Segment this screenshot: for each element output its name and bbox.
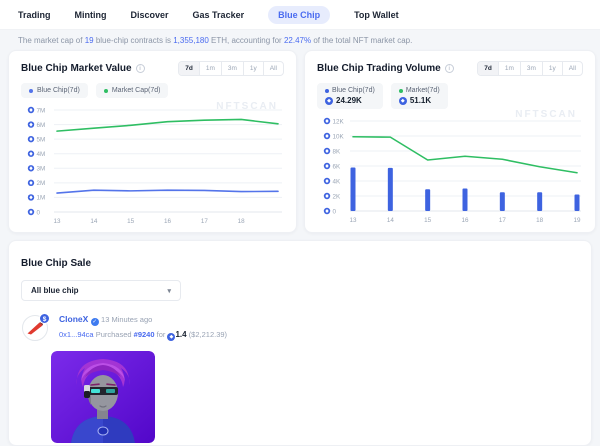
- tab-minting[interactable]: Minting: [75, 10, 107, 20]
- info-icon[interactable]: [445, 64, 454, 73]
- range-tab-3m[interactable]: 3m: [221, 62, 243, 75]
- market-volume-value: 51.1K: [410, 96, 431, 105]
- svg-text:7M: 7M: [37, 107, 46, 114]
- legend-blue-chip-volume[interactable]: Blue Chip(7d) 24.29K: [317, 83, 383, 109]
- charts-row: Blue Chip Market Value 7d1m3m1yAll Blue …: [8, 50, 592, 233]
- sale-line-1: CloneX 13 Minutes ago: [59, 314, 227, 326]
- svg-text:14: 14: [90, 218, 98, 225]
- trading-volume-chart: 0 2K 4K 6K 8K 10K 12K 13 14 15 16 17 18 19: [317, 113, 583, 225]
- svg-text:17: 17: [499, 217, 507, 224]
- tab-discover[interactable]: Discover: [131, 10, 169, 20]
- green-dot-icon: [104, 89, 108, 93]
- tab-blue-chip[interactable]: Blue Chip: [268, 6, 330, 24]
- collection-name[interactable]: CloneX: [59, 314, 88, 324]
- blue-chip-volume-value: 24.29K: [336, 96, 362, 105]
- range-tab-7d[interactable]: 7d: [478, 62, 498, 75]
- collection-filter-value: All blue chip: [31, 286, 79, 295]
- trading-volume-panel: Blue Chip Trading Volume 7d1m3m1yAll Blu…: [304, 50, 596, 233]
- legend-blue-chip[interactable]: Blue Chip(7d): [21, 83, 88, 98]
- summary-eth-amount: 1,355,180: [173, 36, 209, 45]
- buyer-address[interactable]: 0x1...94ca: [59, 330, 94, 339]
- range-tab-7d[interactable]: 7d: [179, 62, 199, 75]
- collection-logo[interactable]: $: [21, 312, 51, 342]
- verified-badge-icon: [91, 318, 99, 326]
- trading-volume-legend: Blue Chip(7d) 24.29K Market(7d) 51.1K: [317, 83, 583, 109]
- range-tab-1m[interactable]: 1m: [498, 62, 520, 75]
- svg-text:4K: 4K: [333, 178, 342, 185]
- svg-text:5M: 5M: [37, 136, 46, 143]
- svg-text:3M: 3M: [37, 166, 46, 173]
- summary-text: The market cap of: [18, 36, 85, 45]
- info-icon[interactable]: [136, 64, 145, 73]
- svg-text:13: 13: [349, 217, 357, 224]
- range-tab-1y[interactable]: 1y: [243, 62, 263, 75]
- market-value-legend: Blue Chip(7d) Market Cap(7d): [21, 83, 284, 98]
- clonex-logo-icon: $: [21, 312, 51, 342]
- summary-contract-count: 19: [85, 36, 94, 45]
- svg-text:12K: 12K: [333, 118, 345, 125]
- sale-time: 13 Minutes ago: [101, 315, 152, 324]
- svg-text:1M: 1M: [37, 195, 46, 202]
- svg-text:18: 18: [238, 218, 246, 225]
- summary-percent: 22.47%: [284, 36, 311, 45]
- svg-text:14: 14: [387, 217, 395, 224]
- legend-market-cap[interactable]: Market Cap(7d): [96, 83, 169, 98]
- svg-text:$: $: [43, 316, 47, 323]
- chevron-down-icon: [167, 287, 171, 295]
- market-value-panel: Blue Chip Market Value 7d1m3m1yAll Blue …: [8, 50, 297, 233]
- blue-dot-icon: [29, 89, 33, 93]
- svg-text:13: 13: [53, 218, 61, 225]
- sale-line-2: 0x1...94ca Purchased #9240 for 1.4 ($2,2…: [59, 330, 227, 341]
- svg-text:8K: 8K: [333, 148, 342, 155]
- sale-price: 1.4: [175, 330, 186, 339]
- svg-text:6M: 6M: [37, 122, 46, 129]
- range-tab-3m[interactable]: 3m: [520, 62, 542, 75]
- svg-text:15: 15: [127, 218, 135, 225]
- eth-icon: [325, 97, 333, 105]
- sale-list-item[interactable]: $ CloneX 13 Minutes ago 0x1...94ca Purch…: [21, 312, 579, 342]
- svg-text:0: 0: [333, 208, 337, 215]
- svg-text:19: 19: [573, 217, 581, 224]
- trading-volume-title: Blue Chip Trading Volume: [317, 63, 441, 74]
- sale-title: Blue Chip Sale: [21, 258, 91, 269]
- svg-text:18: 18: [536, 217, 544, 224]
- blue-chip-sale-panel: Blue Chip Sale All blue chip $ CloneX 13…: [8, 240, 592, 446]
- nft-image-clonex[interactable]: [51, 351, 155, 443]
- svg-text:16: 16: [461, 217, 469, 224]
- blue-dot-icon: [325, 89, 329, 93]
- svg-text:2K: 2K: [333, 193, 342, 200]
- range-tab-all[interactable]: All: [263, 62, 283, 75]
- tab-gas-tracker[interactable]: Gas Tracker: [193, 10, 245, 20]
- eth-icon: [399, 97, 407, 105]
- collection-filter-dropdown[interactable]: All blue chip: [21, 280, 181, 301]
- tab-trading[interactable]: Trading: [18, 10, 51, 20]
- svg-text:4M: 4M: [37, 151, 46, 158]
- svg-text:17: 17: [201, 218, 209, 225]
- range-selector: 7d1m3m1yAll: [477, 61, 583, 76]
- top-nav: Trading Minting Discover Gas Tracker Blu…: [0, 0, 600, 30]
- tab-top-wallet[interactable]: Top Wallet: [354, 10, 399, 20]
- range-tab-all[interactable]: All: [562, 62, 582, 75]
- svg-text:2M: 2M: [37, 180, 46, 187]
- legend-market-volume[interactable]: Market(7d) 51.1K: [391, 83, 448, 109]
- token-id-link[interactable]: #9240: [134, 330, 155, 339]
- svg-text:15: 15: [424, 217, 432, 224]
- range-selector: 7d1m3m1yAll: [178, 61, 284, 76]
- svg-text:16: 16: [164, 218, 172, 225]
- svg-text:0: 0: [37, 209, 41, 216]
- svg-text:10K: 10K: [333, 133, 345, 140]
- sale-usd-price: ($2,212.39): [189, 330, 227, 339]
- market-value-title: Blue Chip Market Value: [21, 63, 132, 74]
- green-dot-icon: [399, 89, 403, 93]
- market-value-chart: 0 1M 2M 3M 4M 5M 6M 7M 13 14 15 16 17 18: [21, 102, 284, 226]
- market-summary: The market cap of 19 blue-chip contracts…: [0, 30, 600, 50]
- range-tab-1y[interactable]: 1y: [542, 62, 562, 75]
- range-tab-1m[interactable]: 1m: [199, 62, 221, 75]
- svg-text:6K: 6K: [333, 163, 342, 170]
